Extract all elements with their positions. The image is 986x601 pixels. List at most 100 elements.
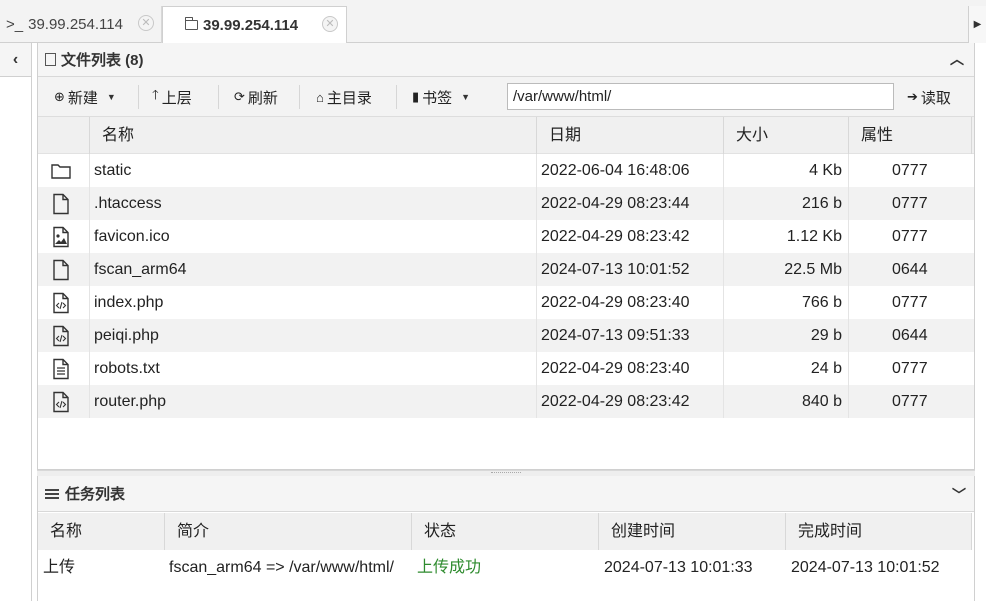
close-icon[interactable]: ✕ — [138, 15, 154, 31]
file-size: 4 Kb — [809, 162, 842, 179]
file-row[interactable]: robots.txt 2022-04-29 08:23:40 24 b 0777 — [38, 352, 974, 385]
file-size: 216 b — [801, 195, 842, 212]
file-toolbar: ⊕ 新建 ▼ 🡑 上层 ⟳ 刷新 ⌂ 主目录 ▮ 书签 ▼ ➔ 读取 — [38, 77, 974, 117]
file-row[interactable]: index.php 2022-04-29 08:23:40 766 b 0777 — [38, 286, 974, 319]
bookmark-icon: ▮ — [412, 89, 420, 104]
file-row[interactable]: favicon.ico 2022-04-29 08:23:42 1.12 Kb 077… — [38, 220, 974, 253]
refresh-label: 刷新 — [247, 89, 278, 107]
code-file-icon — [50, 325, 74, 347]
task-list-header: 任务列表 ﹀ — [38, 476, 974, 512]
read-button[interactable]: ➔ 读取 — [907, 83, 951, 111]
bookmark-label: 书签 — [422, 89, 453, 107]
arrow-up-icon: 🡑 — [152, 87, 159, 102]
task-col-desc: 简介 — [164, 513, 411, 550]
file-row[interactable]: fscan_arm64 2024-07-13 10:01:52 22.5 Mb 064… — [38, 253, 974, 286]
file-list-header: 文件列表 (8) ︿ — [38, 43, 974, 77]
task-col-created: 创建时间 — [598, 513, 785, 550]
home-button[interactable]: ⌂ 主目录 — [316, 83, 372, 111]
file-name[interactable]: peiqi.php — [94, 319, 159, 352]
chevron-up-icon[interactable]: ︿ — [950, 49, 964, 69]
file-size: 24 b — [810, 360, 842, 377]
text-file-icon — [50, 358, 74, 380]
file-size: 840 b — [801, 393, 842, 410]
file-date: 2022-04-29 08:23:40 — [541, 360, 690, 377]
file-attr: 0644 — [892, 327, 928, 344]
tab-terminal[interactable]: >_ 39.99.254.114 ✕ — [0, 6, 162, 43]
file-size: 29 b — [810, 327, 842, 344]
task-desc: fscan_arm64 => /var/www/html/ — [169, 559, 394, 576]
new-button[interactable]: ⊕ 新建 ▼ — [54, 83, 116, 111]
task-list-title: 任务列表 — [65, 486, 126, 503]
arrow-right-icon: ➔ — [907, 89, 918, 104]
file-size: 766 b — [801, 294, 842, 311]
col-date[interactable]: 日期 — [536, 117, 723, 154]
file-date: 2022-04-29 08:23:42 — [541, 393, 690, 410]
file-name[interactable]: router.php — [94, 385, 166, 418]
file-attr: 0777 — [892, 393, 928, 410]
plus-circle-icon: ⊕ — [54, 89, 65, 104]
file-date: 2022-04-29 08:23:42 — [541, 228, 690, 245]
left-panel: ‹ — [0, 43, 32, 601]
tab-label: 39.99.254.114 — [28, 16, 123, 33]
file-attr: 0777 — [892, 294, 928, 311]
file-row[interactable]: static 2022-06-04 16:48:06 4 Kb 0777 — [38, 154, 974, 187]
tab-file-manager[interactable]: 39.99.254.114 ✕ — [162, 6, 347, 44]
file-list-title: 文件列表 (8) — [61, 52, 144, 69]
refresh-icon: ⟳ — [234, 89, 245, 104]
col-attr[interactable]: 属性 — [848, 117, 972, 154]
file-date: 2024-07-13 10:01:52 — [541, 261, 690, 278]
file-date: 2022-04-29 08:23:40 — [541, 294, 690, 311]
task-table-header: 名称 简介 状态 创建时间 完成时间 — [38, 513, 972, 550]
file-attr: 0777 — [892, 228, 928, 245]
file-date: 2022-06-04 16:48:06 — [541, 162, 690, 179]
file-icon — [50, 259, 74, 281]
file-name[interactable]: .htaccess — [94, 187, 162, 220]
up-level-button[interactable]: 🡑 上层 — [152, 83, 192, 111]
col-name[interactable]: 名称 — [89, 117, 536, 154]
caret-down-icon: ▼ — [461, 92, 471, 102]
file-date: 2024-07-13 09:51:33 — [541, 327, 690, 344]
file-name[interactable]: static — [94, 154, 131, 187]
task-col-name: 名称 — [50, 523, 83, 540]
file-row[interactable]: router.php 2022-04-29 08:23:42 840 b 0777 — [38, 385, 974, 418]
terminal-prompt: >_ — [6, 16, 24, 33]
task-finished: 2024-07-13 10:01:52 — [791, 559, 940, 576]
new-label: 新建 — [67, 89, 98, 107]
folder-icon — [50, 160, 74, 182]
file-attr: 0777 — [892, 360, 928, 377]
col-size[interactable]: 大小 — [723, 117, 848, 154]
file-row[interactable]: .htaccess 2022-04-29 08:23:44 216 b 0777 — [38, 187, 974, 220]
path-input[interactable] — [507, 83, 894, 110]
file-name[interactable]: index.php — [94, 286, 163, 319]
chevron-left-icon[interactable]: ‹ — [0, 43, 31, 77]
task-col-finished: 完成时间 — [785, 513, 972, 550]
folder-icon — [184, 16, 198, 30]
task-name: 上传 — [43, 559, 76, 576]
file-icon — [50, 193, 74, 215]
caret-down-icon: ▼ — [106, 92, 116, 102]
file-name[interactable]: favicon.ico — [94, 220, 170, 253]
file-attr: 0777 — [892, 195, 928, 212]
file-attr: 0777 — [892, 162, 928, 179]
file-row[interactable]: peiqi.php 2024-07-13 09:51:33 29 b 0644 — [38, 319, 974, 352]
home-icon: ⌂ — [316, 89, 324, 105]
task-created: 2024-07-13 10:01:33 — [604, 559, 753, 576]
code-file-icon — [50, 292, 74, 314]
chevron-down-icon[interactable]: ﹀ — [952, 485, 966, 505]
document-icon — [45, 53, 56, 66]
read-label: 读取 — [920, 89, 951, 107]
image-file-icon — [50, 226, 74, 248]
refresh-button[interactable]: ⟳ 刷新 — [234, 83, 278, 111]
home-label: 主目录 — [326, 89, 372, 107]
bookmark-button[interactable]: ▮ 书签 ▼ — [412, 83, 470, 111]
task-status: 上传成功 — [417, 559, 482, 576]
close-icon[interactable]: ✕ — [322, 16, 338, 32]
file-attr: 0644 — [892, 261, 928, 278]
code-file-icon — [50, 391, 74, 413]
file-name[interactable]: robots.txt — [94, 352, 160, 385]
file-size: 22.5 Mb — [784, 261, 842, 278]
task-col-status: 状态 — [411, 513, 598, 550]
file-name[interactable]: fscan_arm64 — [94, 253, 187, 286]
tab-label: 39.99.254.114 — [203, 17, 299, 34]
tab-scroll-right-icon[interactable]: ▶ — [968, 6, 986, 43]
